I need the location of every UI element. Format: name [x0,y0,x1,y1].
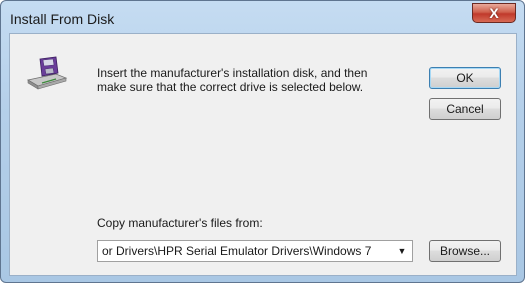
floppy-disk-drive-icon [26,56,68,90]
instruction-text: Insert the manufacturer's installation d… [97,66,368,94]
browse-button[interactable]: Browse... [429,240,501,262]
copy-from-label: Copy manufacturer's files from: [97,216,263,230]
copy-from-combobox[interactable]: or Drivers\HPR Serial Emulator Drivers\W… [97,240,413,262]
install-from-disk-dialog: Install From Disk X Insert the manufactu… [0,0,525,283]
chevron-down-icon[interactable]: ▼ [394,242,410,260]
copy-from-path[interactable]: or Drivers\HPR Serial Emulator Drivers\W… [102,244,390,258]
close-button[interactable]: X [472,3,516,23]
ok-button[interactable]: OK [429,67,501,89]
dialog-body: Insert the manufacturer's installation d… [9,33,517,276]
close-icon: X [489,5,499,21]
cancel-button[interactable]: Cancel [429,98,501,120]
window-title: Install From Disk [10,11,115,27]
title-bar[interactable]: Install From Disk X [1,1,524,35]
